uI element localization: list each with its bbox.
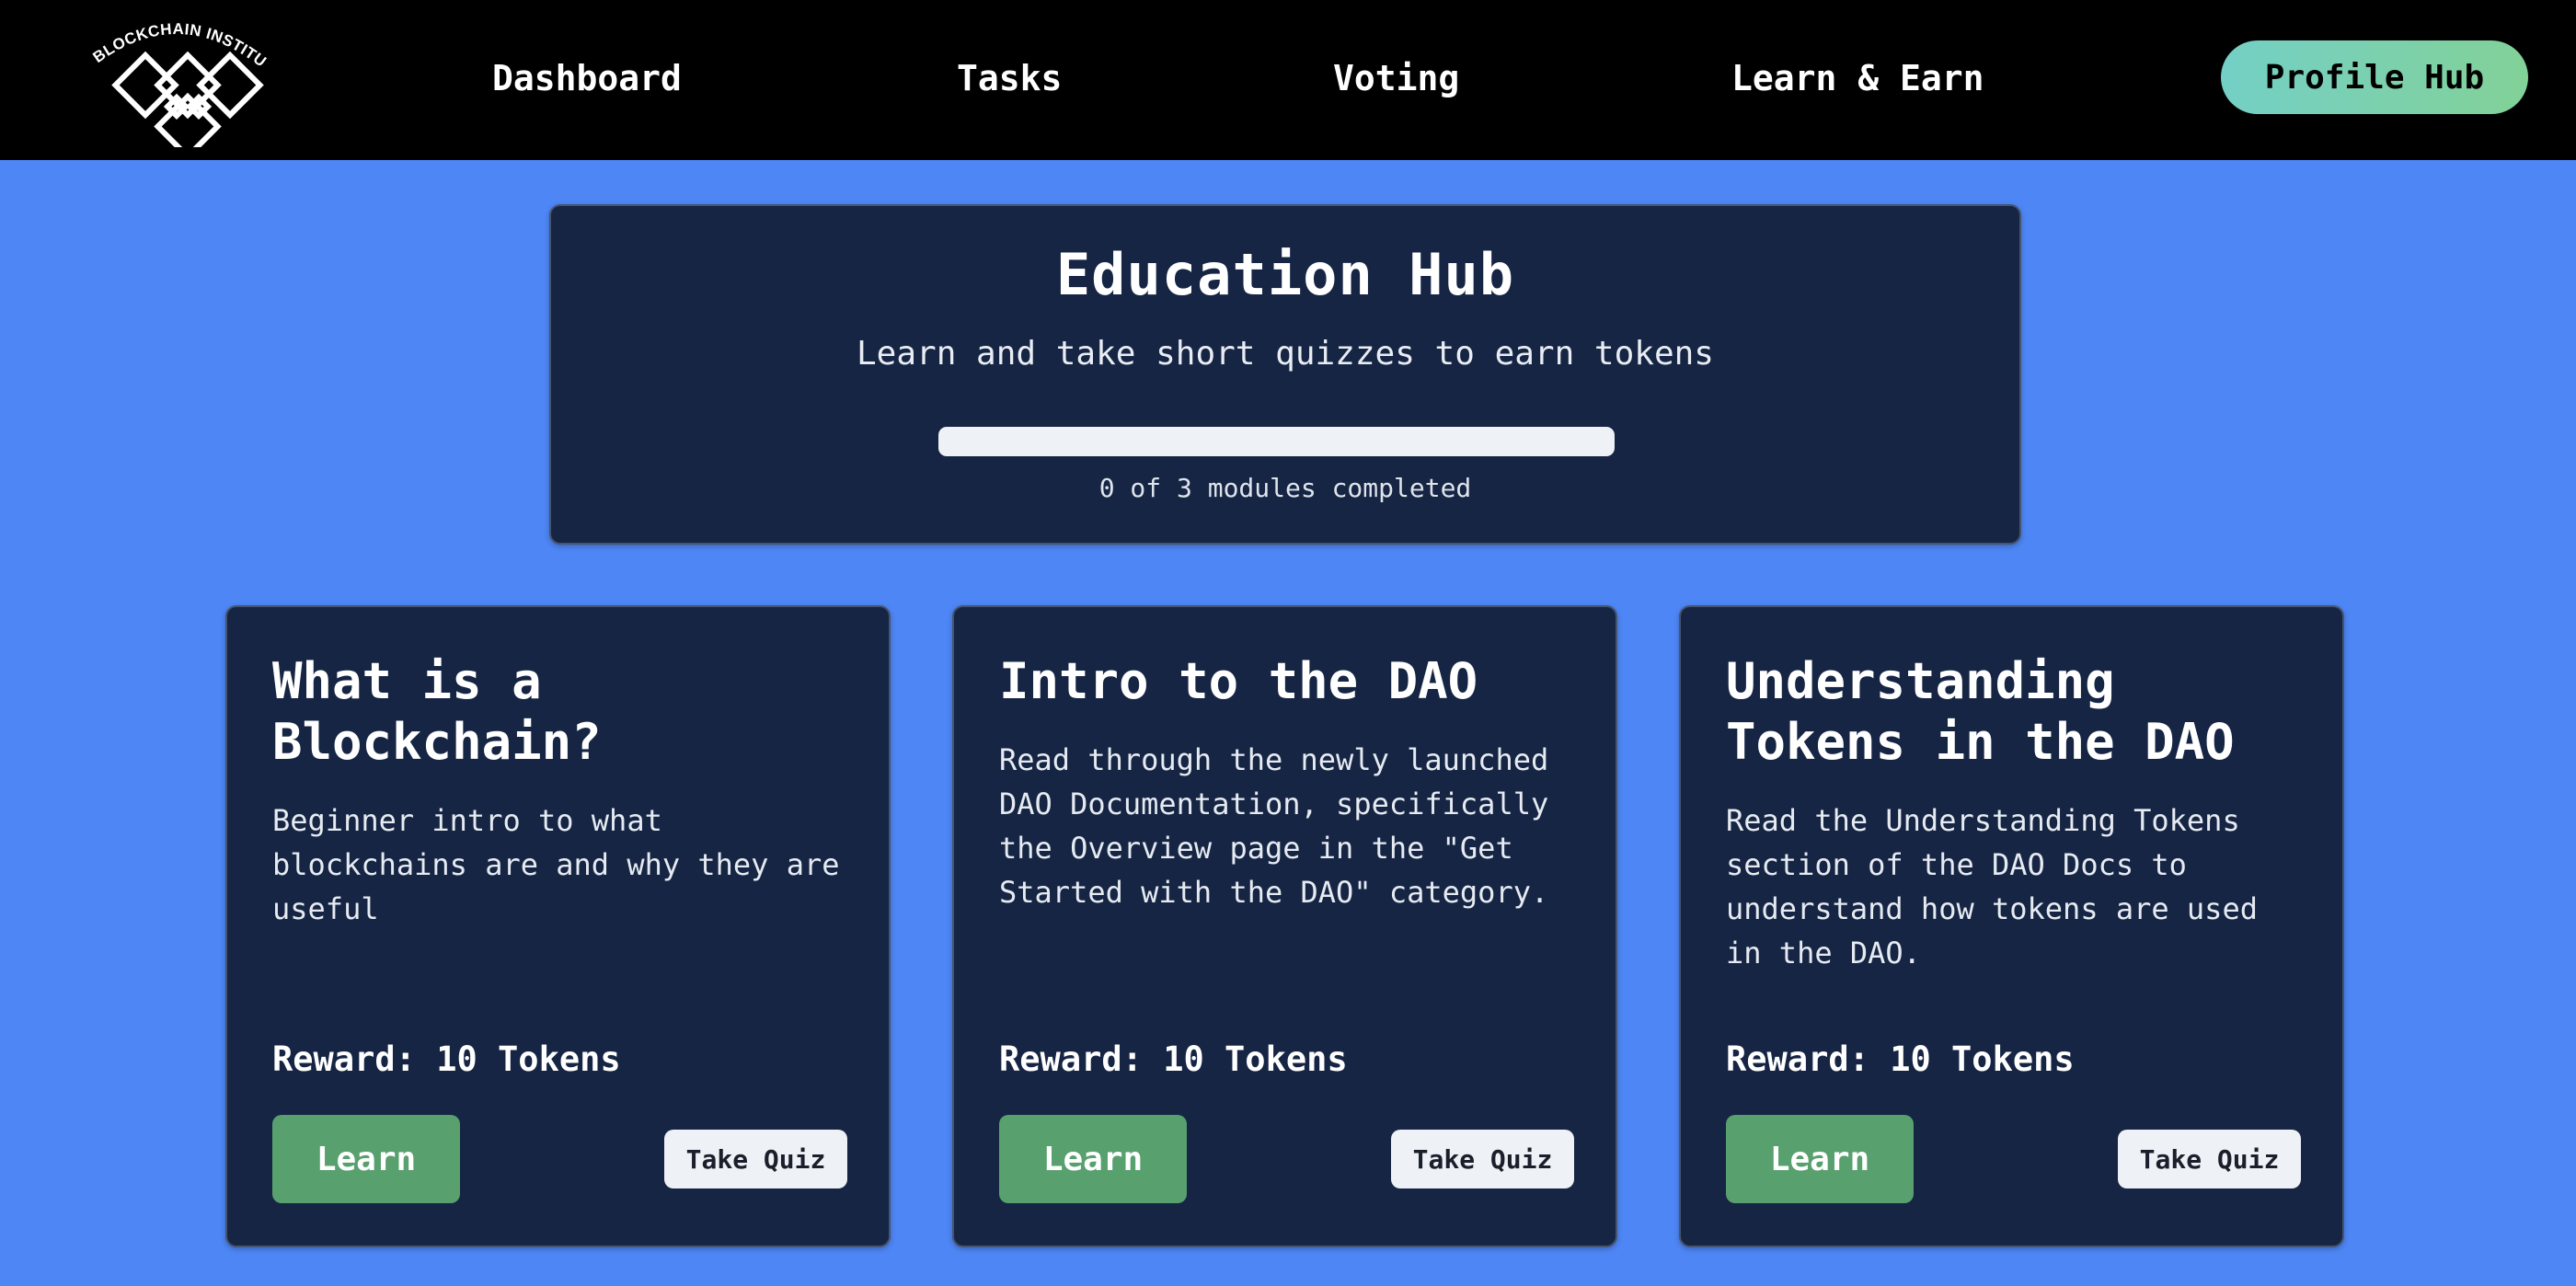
module-description: Beginner intro to what blockchains are a…	[272, 803, 840, 926]
module-reward: Reward: 10 Tokens	[272, 1039, 621, 1079]
education-hub-panel: Education Hub Learn and take short quizz…	[549, 204, 2021, 545]
logo-text: KU BLOCKCHAIN INSTITUTE	[79, 0, 270, 71]
module-card-blockchain: What is a Blockchain? Beginner intro to …	[225, 605, 891, 1247]
modules-progress-bar	[938, 427, 1615, 456]
nav-dashboard[interactable]: Dashboard	[492, 53, 682, 103]
module-title: Intro to the DAO	[999, 652, 1478, 710]
module-description: Read the Understanding Tokens section of…	[1726, 803, 2258, 970]
take-quiz-button[interactable]: Take Quiz	[2118, 1130, 2301, 1188]
ku-blockchain-institute-logo[interactable]: KU BLOCKCHAIN INSTITUTE	[79, 0, 270, 161]
module-card-intro-dao: Intro to the DAO Read through the newly …	[952, 605, 1617, 1247]
svg-text:KU BLOCKCHAIN INSTITUTE: KU BLOCKCHAIN INSTITUTE	[85, 9, 269, 71]
learn-button[interactable]: Learn	[999, 1115, 1187, 1203]
module-reward: Reward: 10 Tokens	[1726, 1039, 2075, 1079]
profile-hub-button[interactable]: Profile Hub	[2221, 40, 2528, 114]
learn-button[interactable]: Learn	[1726, 1115, 1914, 1203]
logo-icon: KU BLOCKCHAIN INSTITUTE	[79, 0, 270, 161]
nav-learn-and-earn[interactable]: Learn & Earn	[1731, 53, 1984, 103]
top-navbar: KU BLOCKCHAIN INSTITUTE Dashboard Tasks …	[0, 0, 2576, 161]
nav-voting[interactable]: Voting	[1333, 53, 1459, 103]
module-title: What is a Blockchain?	[272, 652, 602, 771]
learn-button[interactable]: Learn	[272, 1115, 460, 1203]
progress-label: 0 of 3 modules completed	[1098, 473, 1472, 503]
module-description: Read through the newly launched DAO Docu…	[999, 742, 1549, 910]
nav-tasks[interactable]: Tasks	[957, 53, 1062, 103]
take-quiz-button[interactable]: Take Quiz	[1391, 1130, 1574, 1188]
module-card-understanding-tokens: Understanding Tokens in the DAO Read the…	[1679, 605, 2344, 1247]
module-title: Understanding Tokens in the DAO	[1726, 652, 2235, 771]
page-title: Education Hub	[1055, 241, 1515, 308]
page-subtitle: Learn and take short quizzes to earn tok…	[857, 335, 1714, 373]
take-quiz-button[interactable]: Take Quiz	[664, 1130, 847, 1188]
module-reward: Reward: 10 Tokens	[999, 1039, 1348, 1079]
